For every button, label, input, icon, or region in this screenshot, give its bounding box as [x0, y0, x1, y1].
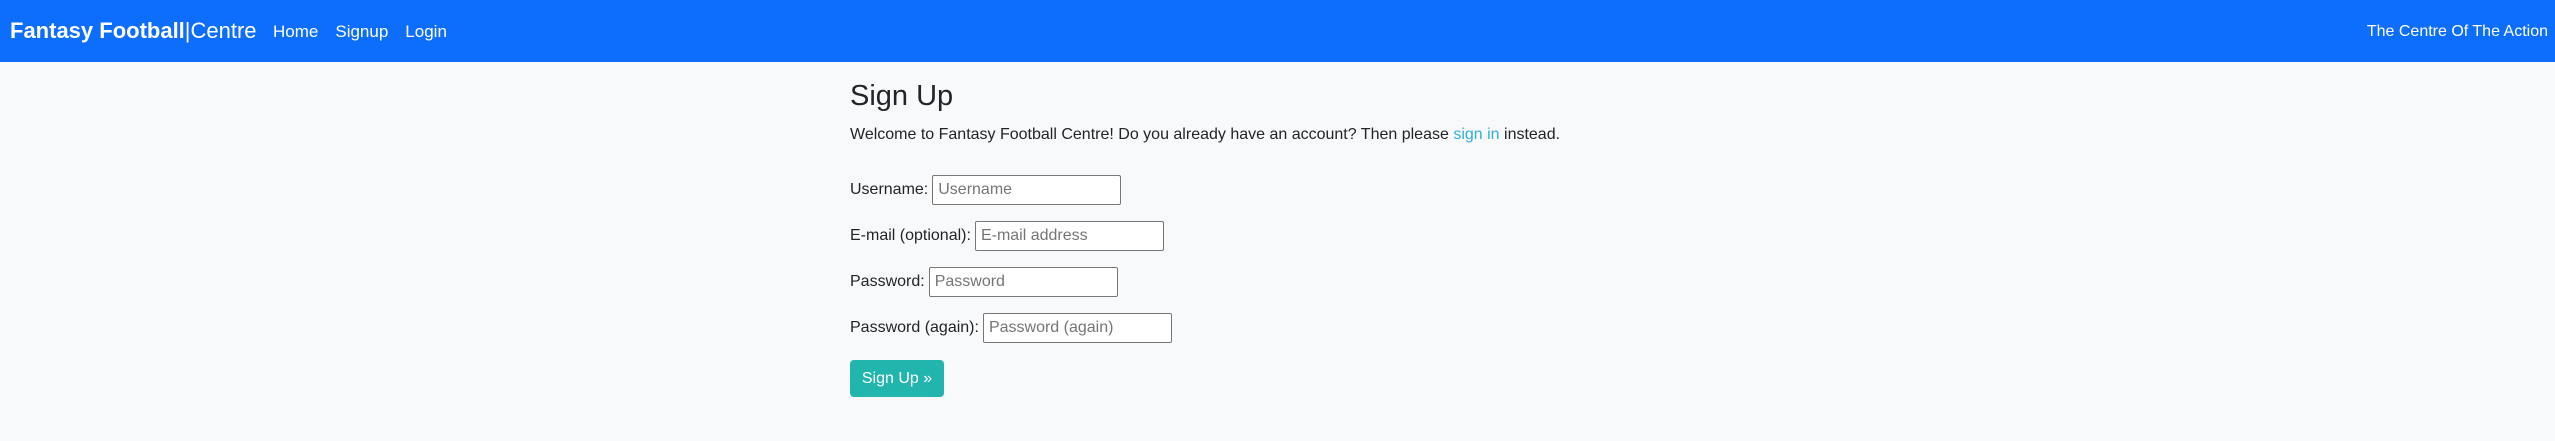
brand-name: Fantasy Football: [10, 18, 185, 43]
brand-logo[interactable]: Fantasy Football|Centre: [10, 17, 257, 45]
email-label: E-mail (optional):: [850, 227, 971, 244]
intro-text: Welcome to Fantasy Football Centre! Do y…: [850, 124, 1750, 146]
signup-section: Sign Up Welcome to Fantasy Football Cent…: [850, 78, 1750, 397]
sign-up-button[interactable]: Sign Up »: [850, 360, 944, 397]
email-input[interactable]: [974, 221, 1164, 251]
nav-link-home[interactable]: Home: [273, 20, 318, 44]
password-again-row: Password (again):: [850, 313, 1172, 343]
password-input[interactable]: [928, 267, 1118, 297]
password-row: Password:: [850, 267, 1118, 297]
page-title: Sign Up: [850, 80, 954, 112]
username-input[interactable]: [932, 175, 1122, 205]
navbar-tagline: The Centre Of The Action: [2366, 23, 2548, 40]
intro-text-before: Welcome to Fantasy Football Centre! Do y…: [850, 126, 1454, 143]
brand-suffix: |Centre: [184, 18, 257, 43]
username-label: Username:: [850, 181, 929, 198]
username-row: Username:: [850, 175, 1122, 205]
email-row: E-mail (optional):: [850, 221, 1164, 251]
main-nav: Home Signup Login: [273, 20, 447, 44]
sign-in-link[interactable]: sign in: [1453, 126, 1499, 143]
nav-link-signup[interactable]: Signup: [335, 20, 388, 44]
nav-link-login[interactable]: Login: [405, 20, 447, 44]
password-label: Password:: [850, 273, 925, 290]
password-again-input[interactable]: [982, 313, 1172, 343]
password-again-label: Password (again):: [850, 319, 979, 336]
top-navbar: Fantasy Football|Centre Home Signup Logi…: [0, 0, 2555, 62]
intro-text-after: instead.: [1499, 126, 1561, 143]
